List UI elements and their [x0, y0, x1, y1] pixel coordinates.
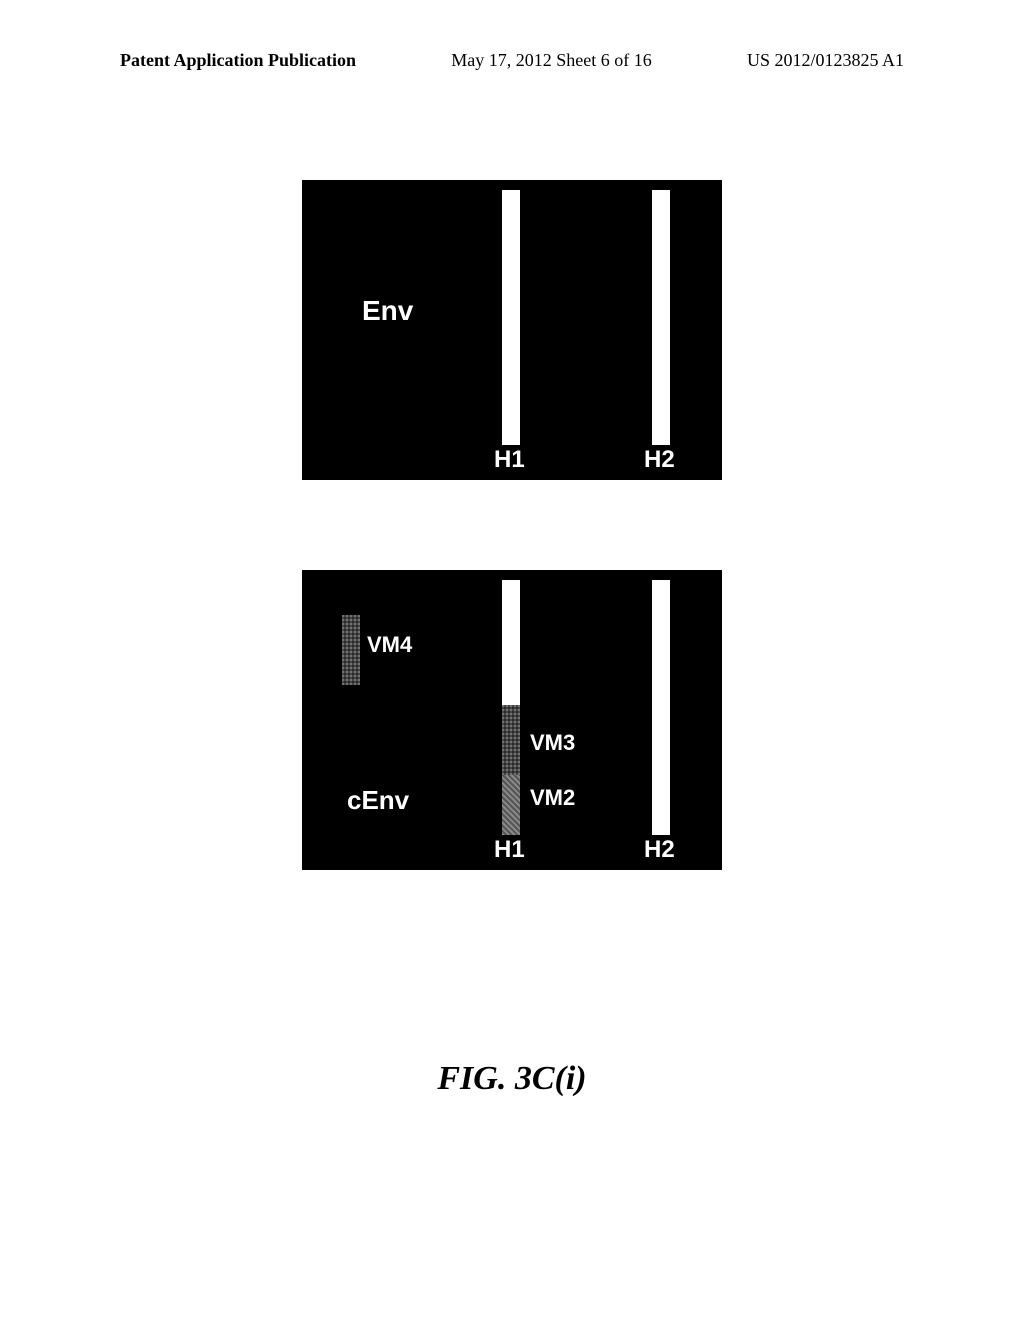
page-header: Patent Application Publication May 17, 2… [0, 50, 1024, 71]
xaxis-label-h1: H1 [494, 446, 525, 474]
bar-h1-env [502, 190, 520, 445]
chart-env-title: Env [362, 295, 413, 327]
xaxis-label-h1-cenv: H1 [494, 836, 525, 864]
chart-env: Env H1 H2 [302, 180, 722, 480]
chart-cenv-plot: VM4 cEnv VM3 VM2 H1 H2 [302, 570, 722, 870]
chart-cenv: VM4 cEnv VM3 VM2 H1 H2 [302, 570, 722, 870]
bar-free-h1 [502, 580, 520, 705]
bar-vm2-h1 [502, 775, 520, 835]
bar-vm4-pending [342, 615, 360, 685]
label-vm2: VM2 [530, 785, 575, 811]
bar-vm3-h1 [502, 705, 520, 775]
chart-env-plot: Env H1 H2 [302, 180, 722, 480]
label-vm4: VM4 [367, 632, 412, 658]
label-vm3: VM3 [530, 730, 575, 756]
chart-cenv-title: cEnv [347, 785, 409, 816]
header-publication-number: US 2012/0123825 A1 [747, 50, 904, 71]
header-publication-type: Patent Application Publication [120, 50, 356, 71]
header-date-sheet: May 17, 2012 Sheet 6 of 16 [451, 50, 651, 71]
xaxis-label-h2-cenv: H2 [644, 836, 675, 864]
figure-caption: FIG. 3C(i) [437, 1060, 586, 1098]
xaxis-label-h2: H2 [644, 446, 675, 474]
bar-h2-env [652, 190, 670, 445]
bar-h2-cenv [652, 580, 670, 835]
